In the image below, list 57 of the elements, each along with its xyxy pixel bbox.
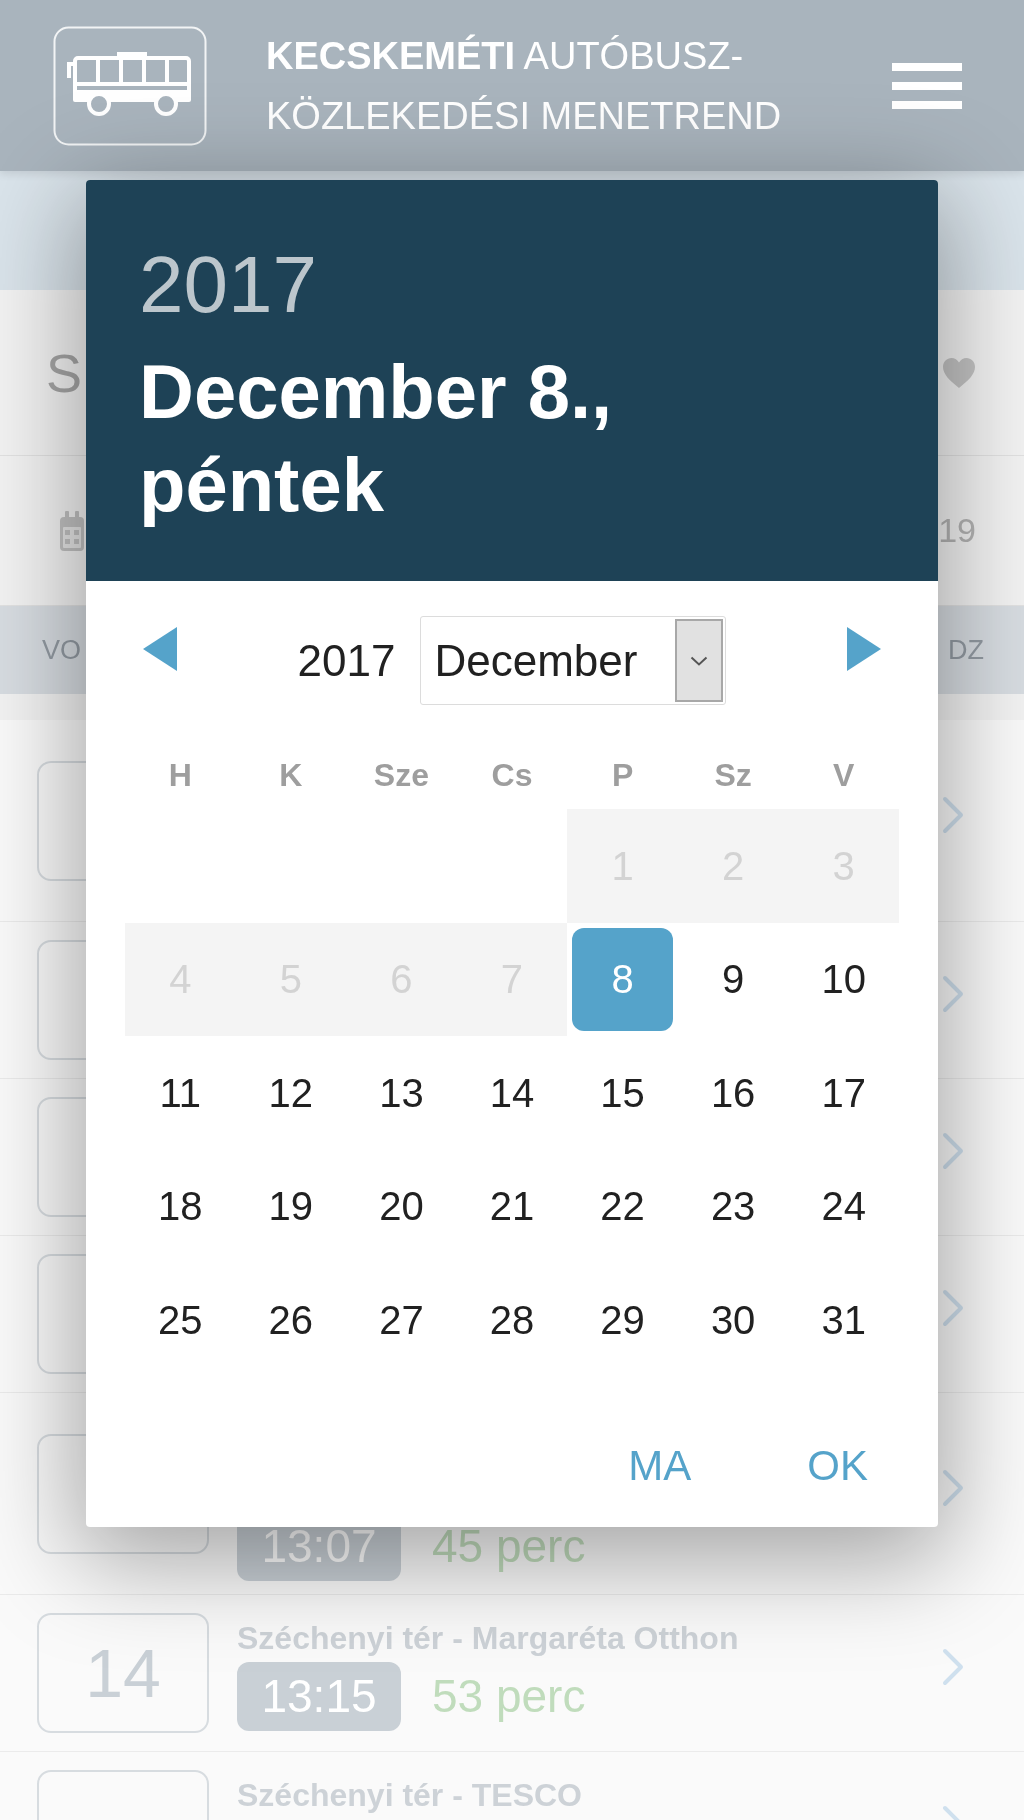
calendar-day[interactable]: 19 <box>235 1149 347 1263</box>
right-triangle-icon <box>847 627 881 671</box>
chevron-right-icon <box>942 1469 964 1507</box>
select-arrow-button[interactable] <box>675 619 724 702</box>
calendar-day[interactable]: 11 <box>125 1036 236 1150</box>
travel-time: 53 perc <box>432 1668 586 1724</box>
calendar-day[interactable]: 24 <box>788 1149 899 1263</box>
chevron-right-icon <box>942 1648 964 1686</box>
calendar-day[interactable]: 31 <box>788 1263 899 1377</box>
calendar-day[interactable]: 16 <box>677 1036 789 1150</box>
calendar-day[interactable]: 14 <box>456 1036 568 1150</box>
menu-button[interactable] <box>892 62 962 109</box>
calendar-day[interactable]: 26 <box>235 1263 347 1377</box>
column-header: DZ <box>948 633 984 667</box>
weekday-label: K <box>279 755 303 795</box>
previous-month-button[interactable] <box>143 627 177 671</box>
weekday-label: Sze <box>373 755 429 795</box>
calendar-day[interactable]: 20 <box>346 1149 457 1263</box>
menu-icon <box>892 62 962 109</box>
calendar-day[interactable]: 21 <box>456 1149 568 1263</box>
calendar-day[interactable]: 25 <box>125 1263 236 1377</box>
selected-year: 2017 <box>139 245 318 325</box>
calendar-day[interactable]: 23 <box>677 1149 789 1263</box>
column-header: VO <box>42 633 81 667</box>
weekday-label: P <box>611 755 634 795</box>
chevron-right-icon <box>942 1289 964 1327</box>
chevron-down-icon <box>690 655 709 666</box>
calendar-day[interactable]: 9 <box>677 922 789 1036</box>
year-label: 2017 <box>297 634 396 687</box>
calendar-day[interactable]: 22 <box>567 1149 678 1263</box>
weekday-label: V <box>833 755 855 795</box>
month-select[interactable]: December <box>420 616 727 705</box>
heart-icon[interactable] <box>942 356 976 389</box>
app-title: KECSKEMÉTI AUTÓBUSZ-KÖZLEKEDÉSI MENETREND <box>266 33 783 139</box>
calendar-day[interactable]: 13 <box>346 1036 457 1150</box>
calendar-day[interactable]: 15 <box>567 1036 678 1150</box>
calendar-day[interactable]: 29 <box>567 1263 678 1377</box>
weekday-label: Sz <box>714 755 752 795</box>
date-text: 19 <box>938 510 976 551</box>
chevron-right-icon <box>942 975 964 1013</box>
weekday-label: H <box>168 755 192 795</box>
calendar-day[interactable]: 17 <box>788 1036 899 1150</box>
calendar-day[interactable]: 12 <box>235 1036 347 1150</box>
calendar-day[interactable]: 30 <box>677 1263 789 1377</box>
weekday-label: Cs <box>491 755 533 795</box>
chevron-right-icon <box>942 796 964 834</box>
calendar-day[interactable]: 18 <box>125 1149 236 1263</box>
left-triangle-icon <box>143 627 177 671</box>
calendar-day[interactable]: 10 <box>788 922 899 1036</box>
calendar-icon <box>60 510 84 551</box>
calendar-day[interactable]: 28 <box>456 1263 568 1377</box>
next-month-button[interactable] <box>847 627 881 671</box>
stop-title: S <box>46 345 83 400</box>
calendar-day[interactable]: 27 <box>346 1263 457 1377</box>
selected-date: December 8., péntek <box>139 348 614 529</box>
chevron-right-icon <box>942 1132 964 1170</box>
bus-icon <box>53 25 207 146</box>
